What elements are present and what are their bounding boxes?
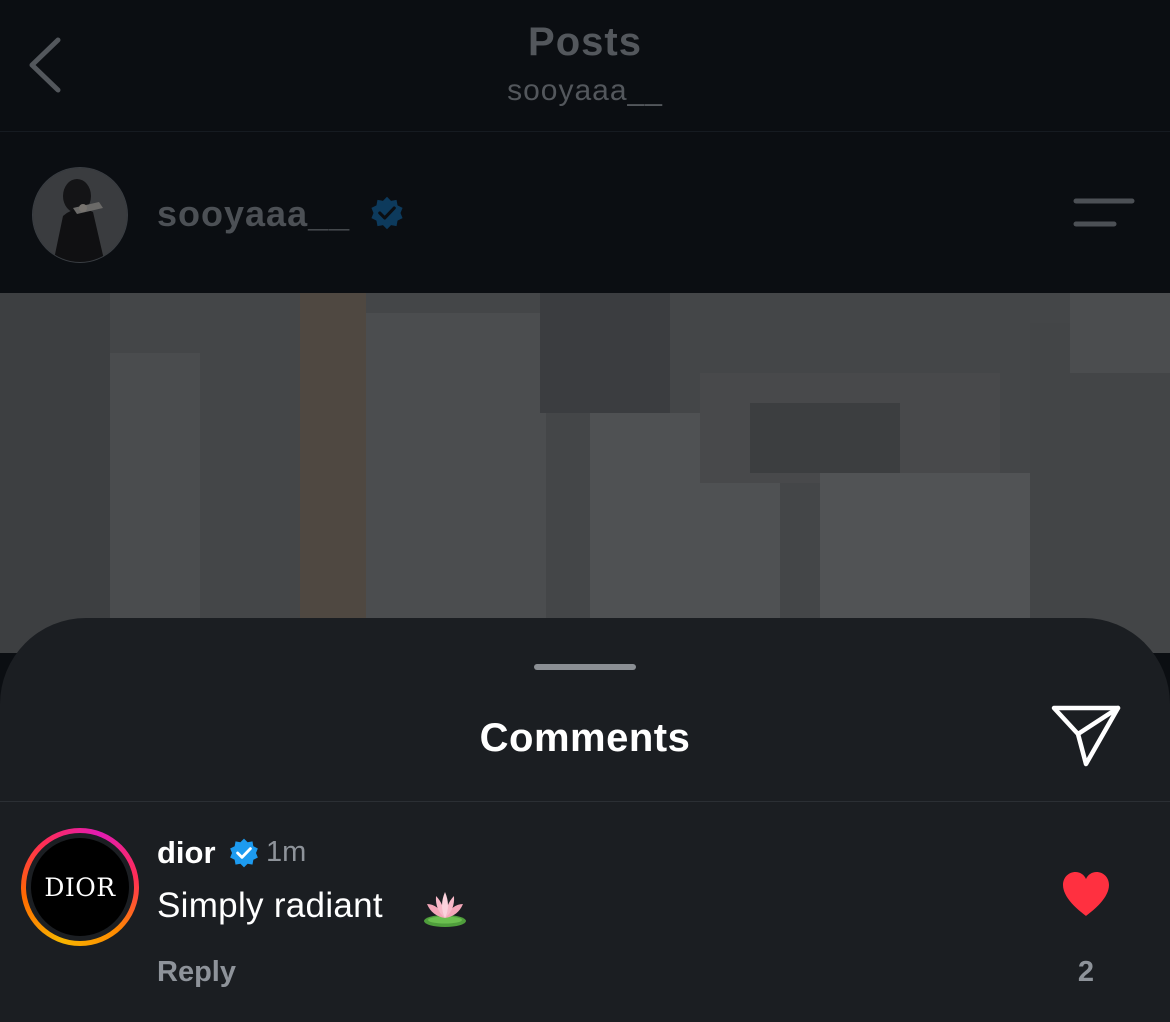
dior-logo: DIOR: [31, 838, 129, 936]
send-icon: [1051, 705, 1121, 767]
commenter-avatar[interactable]: DIOR: [21, 828, 139, 946]
comment-timestamp: 1m: [266, 836, 307, 868]
avatar-ring-gap: DIOR: [26, 833, 134, 941]
comment-text: Simply radiant: [157, 886, 383, 925]
page-subtitle: sooyaaa__: [507, 74, 663, 107]
menu-icon: [1073, 198, 1135, 227]
share-button[interactable]: [1048, 702, 1124, 770]
comments-sheet: Comments DIOR dior 1m Simply radiant Rep…: [0, 618, 1170, 1022]
page-title: Posts: [528, 20, 642, 64]
profile-photo: [33, 168, 127, 262]
sheet-grabber[interactable]: [534, 664, 636, 670]
heart-icon: [1063, 872, 1109, 916]
reply-button[interactable]: Reply: [157, 956, 236, 989]
post-author-avatar[interactable]: [32, 167, 128, 263]
post-photo: [0, 293, 1170, 653]
comment-item: DIOR dior 1m Simply radiant Reply 2: [0, 802, 1170, 1022]
verified-badge-icon: [371, 196, 403, 230]
commenter-username[interactable]: dior: [157, 835, 216, 871]
lotus-icon: [424, 892, 466, 927]
verified-badge-icon: [230, 838, 258, 868]
post-author-username[interactable]: sooyaaa__: [157, 193, 350, 235]
dior-logo-text: DIOR: [44, 872, 116, 902]
post-header: sooyaaa__: [0, 133, 1170, 293]
app-header: Posts sooyaaa__: [0, 0, 1170, 132]
post-image[interactable]: [0, 293, 1170, 653]
like-count: 2: [1077, 956, 1095, 988]
post-menu-button[interactable]: [1070, 193, 1136, 233]
like-button[interactable]: [1060, 870, 1112, 918]
comments-title: Comments: [479, 716, 691, 760]
